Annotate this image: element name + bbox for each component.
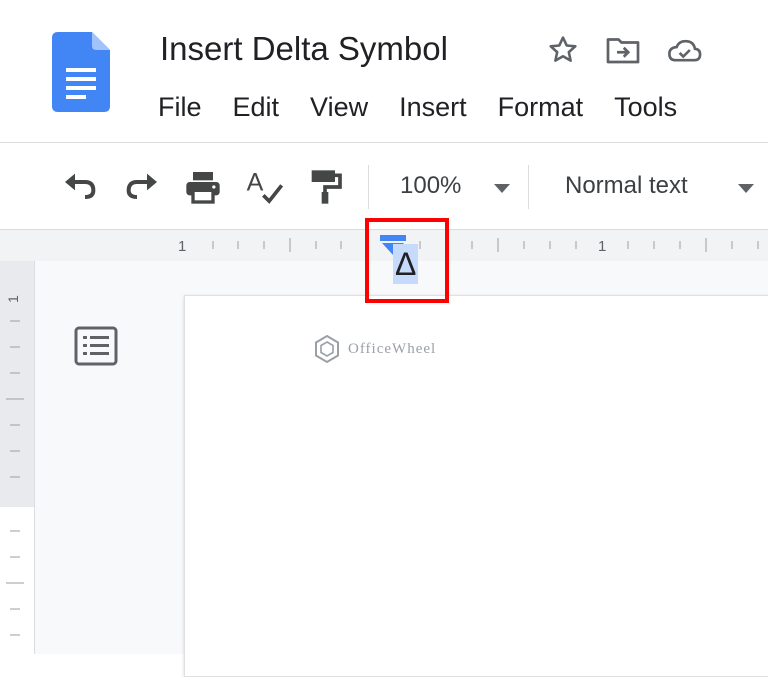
paragraph-style-select[interactable]: Normal text xyxy=(565,172,688,200)
watermark: OfficeWheel xyxy=(312,334,436,364)
zoom-chevron-down-icon[interactable] xyxy=(494,184,510,193)
print-icon[interactable] xyxy=(183,167,223,207)
toolbar-separator xyxy=(368,165,369,209)
menu-edit[interactable]: Edit xyxy=(233,92,280,123)
toolbar-separator xyxy=(528,165,529,209)
star-icon[interactable] xyxy=(545,33,581,67)
ruler-label: 1 xyxy=(178,238,186,255)
cloud-saved-icon[interactable] xyxy=(665,35,703,65)
menu-tools[interactable]: Tools xyxy=(614,92,677,123)
document-page[interactable] xyxy=(184,295,768,677)
vertical-ruler[interactable]: 1 xyxy=(0,261,35,654)
delta-symbol-text[interactable]: Δ xyxy=(393,244,419,284)
zoom-select[interactable]: 100% xyxy=(400,172,461,200)
officewheel-logo-icon xyxy=(315,334,339,364)
spellcheck-icon[interactable]: A xyxy=(245,167,285,207)
title-actions xyxy=(545,32,703,68)
menu-file[interactable]: File xyxy=(158,92,202,123)
google-docs-logo-icon[interactable] xyxy=(52,32,110,112)
document-outline-icon[interactable] xyxy=(74,326,118,366)
toolbar: A 100% Normal text xyxy=(0,143,768,229)
move-to-folder-icon[interactable] xyxy=(605,35,641,65)
style-chevron-down-icon[interactable] xyxy=(738,184,754,193)
menu-insert[interactable]: Insert xyxy=(399,92,467,123)
document-canvas: 1 xyxy=(0,261,768,677)
redo-icon[interactable] xyxy=(122,167,162,207)
undo-icon[interactable] xyxy=(60,167,100,207)
vertical-ruler-label: 1 xyxy=(5,295,21,303)
menu-format[interactable]: Format xyxy=(498,92,584,123)
vertical-ruler-ticks: 1 xyxy=(5,295,24,636)
ruler-label: 1 xyxy=(598,238,606,255)
paint-format-icon[interactable] xyxy=(305,167,345,207)
menu-bar: File Edit View Insert Format Tools xyxy=(158,92,677,123)
menu-view[interactable]: View xyxy=(310,92,368,123)
svg-text:A: A xyxy=(247,168,264,196)
watermark-text: OfficeWheel xyxy=(348,340,437,357)
document-title[interactable]: Insert Delta Symbol xyxy=(160,30,448,68)
doc-header: Insert Delta Symbol File Edit View Inser… xyxy=(0,0,768,143)
